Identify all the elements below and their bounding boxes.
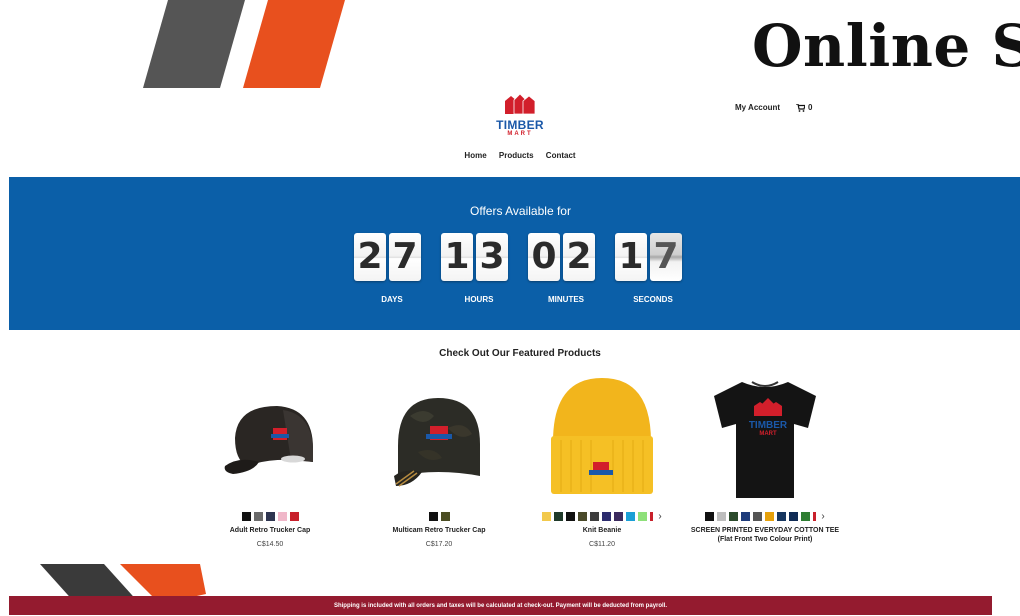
countdown-digit: 1 xyxy=(615,233,647,281)
swatch-olive[interactable] xyxy=(578,512,588,521)
nav-contact[interactable]: Contact xyxy=(546,151,576,160)
swatch-blue[interactable] xyxy=(777,512,787,521)
product-price: C$11.20 xyxy=(589,541,615,548)
label-minutes: MINUTES xyxy=(548,295,584,304)
swatch-navy[interactable] xyxy=(602,512,612,521)
swatch-navy[interactable] xyxy=(265,512,275,521)
countdown-title: Offers Available for xyxy=(470,204,571,218)
nav-products[interactable]: Products xyxy=(499,151,534,160)
label-seconds: SECONDS xyxy=(633,295,673,304)
product-card[interactable]: Multicam Retro Trucker Cap C$17.20 xyxy=(364,376,514,548)
cart-count: 0 xyxy=(808,103,813,112)
swatch-green[interactable] xyxy=(729,512,739,521)
countdown-digit: 2 xyxy=(563,233,595,281)
color-swatches xyxy=(364,512,514,521)
swatches-next-icon[interactable]: › xyxy=(658,512,661,522)
swatch-gold[interactable] xyxy=(765,512,775,521)
camo-cap-icon xyxy=(394,398,480,487)
product-name[interactable]: Knit Beanie xyxy=(527,526,677,535)
trucker-cap-icon xyxy=(224,406,313,474)
cart-link[interactable]: 0 xyxy=(796,103,813,112)
product-price: C$17.20 xyxy=(425,541,453,548)
tshirt-icon: TIMBER MART xyxy=(714,381,816,498)
swatch-navy[interactable] xyxy=(741,512,751,521)
swatch-black[interactable] xyxy=(705,512,715,521)
my-account-link[interactable]: My Account xyxy=(735,103,780,112)
color-swatches: › xyxy=(527,512,677,522)
swatch-red[interactable] xyxy=(813,512,817,521)
nav-home[interactable]: Home xyxy=(464,151,486,160)
swatch-kelly[interactable] xyxy=(801,512,811,521)
countdown-digit: 0 xyxy=(528,233,560,281)
product-card[interactable]: Adult Retro Trucker Cap C$14.50 xyxy=(195,376,345,548)
swatch-lime[interactable] xyxy=(638,512,648,521)
color-swatches: › xyxy=(690,512,840,522)
logo-word-timber: TIMBER xyxy=(496,118,544,132)
countdown-digit: 2 xyxy=(354,233,386,281)
timber-mart-logo[interactable]: TIMBER MART xyxy=(491,93,549,140)
swatch-dark-blue[interactable] xyxy=(789,512,799,521)
countdown-digit: 1 xyxy=(441,233,473,281)
countdown-digit: 3 xyxy=(476,233,508,281)
product-card[interactable]: › Knit Beanie C$11.20 xyxy=(527,376,677,548)
swatch-pink[interactable] xyxy=(277,512,287,521)
page-heading: Online S xyxy=(752,12,1020,80)
swatch-black[interactable] xyxy=(566,512,576,521)
swatch-red[interactable] xyxy=(289,512,299,521)
featured-heading: Check Out Our Featured Products xyxy=(439,348,601,359)
product-image[interactable] xyxy=(364,376,514,500)
logo-word-mart: MART xyxy=(507,131,533,137)
product-price: C$14.50 xyxy=(256,541,284,548)
swatch-grey[interactable] xyxy=(253,512,263,521)
cart-icon xyxy=(796,103,806,112)
svg-text:MART: MART xyxy=(759,431,777,437)
product-name[interactable]: Multicam Retro Trucker Cap xyxy=(364,526,514,535)
swatch-grey[interactable] xyxy=(717,512,727,521)
swatch-charcoal[interactable] xyxy=(753,512,763,521)
swatch-gold[interactable] xyxy=(542,512,552,521)
countdown-banner: Offers Available for 2 7 1 3 0 2 1 7 DAY… xyxy=(9,177,1020,330)
swatch-charcoal[interactable] xyxy=(590,512,600,521)
swatch-purple[interactable] xyxy=(614,512,624,521)
swatches-next-icon[interactable]: › xyxy=(821,512,824,522)
product-card[interactable]: TIMBER MART › SCREEN PRINTED EVERYDAY CO… xyxy=(690,376,840,550)
countdown-digit: 7 xyxy=(389,233,421,281)
shipping-notice-bar: Shipping is included with all orders and… xyxy=(9,596,992,615)
label-hours: HOURS xyxy=(464,295,494,304)
swatch-olive[interactable] xyxy=(440,512,450,521)
product-name[interactable]: Adult Retro Trucker Cap xyxy=(195,526,345,535)
color-swatches xyxy=(195,512,345,521)
svg-text:TIMBER: TIMBER xyxy=(749,420,788,431)
swatch-black[interactable] xyxy=(241,512,251,521)
swatch-red[interactable] xyxy=(650,512,654,521)
knit-beanie-icon xyxy=(551,378,653,494)
main-nav: Home Products Contact xyxy=(0,151,1020,160)
decorative-stripes xyxy=(143,0,345,88)
logo-house-icon xyxy=(505,93,536,115)
countdown-digit-flipping: 7 xyxy=(650,233,682,281)
product-name[interactable]: SCREEN PRINTED EVERYDAY COTTON TEE (Flat… xyxy=(690,526,840,544)
label-days: DAYS xyxy=(381,295,403,304)
product-image[interactable] xyxy=(195,376,345,500)
swatch-blue[interactable] xyxy=(626,512,636,521)
product-image[interactable] xyxy=(527,376,677,500)
swatch-forest[interactable] xyxy=(554,512,564,521)
account-bar: My Account 0 xyxy=(735,103,813,112)
swatch-black[interactable] xyxy=(428,512,438,521)
product-image[interactable]: TIMBER MART xyxy=(690,376,840,500)
